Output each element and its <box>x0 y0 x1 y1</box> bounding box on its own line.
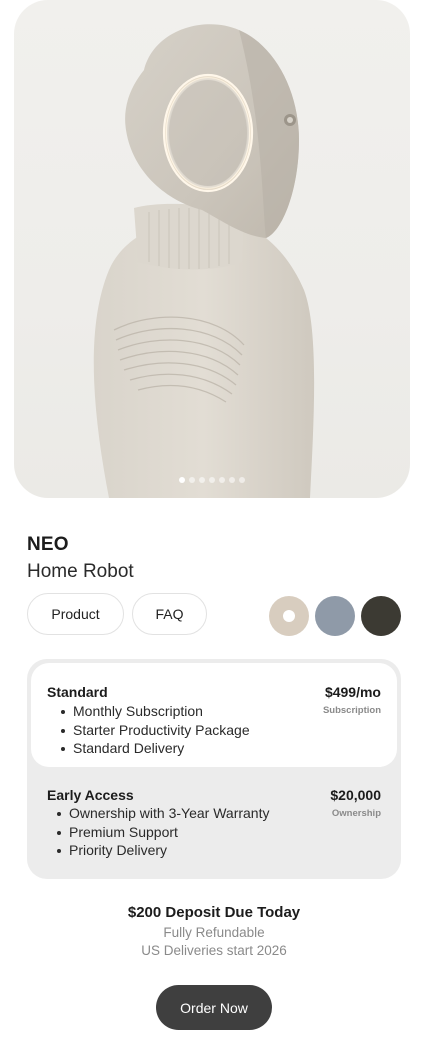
list-item: Premium Support <box>47 823 269 842</box>
plan-early-access-price: $20,000 <box>330 787 381 803</box>
list-item: Starter Productivity Package <box>51 721 250 740</box>
product-name: NEO <box>27 534 69 555</box>
list-item: Standard Delivery <box>51 739 250 758</box>
plan-early-access-features: Ownership with 3-Year Warranty Premium S… <box>47 804 269 860</box>
plan-early-access-name: Early Access <box>47 787 134 803</box>
plan-early-access-type: Ownership <box>331 808 381 819</box>
product-button[interactable]: Product <box>27 593 124 635</box>
deposit-text: $200 Deposit Due Today <box>127 904 301 921</box>
plan-selector: Standard $499/mo Subscription Monthly Su… <box>27 659 401 879</box>
plan-standard-name: Standard <box>47 684 108 700</box>
hero-image-carousel[interactable] <box>14 0 410 498</box>
list-item: Monthly Subscription <box>51 702 250 721</box>
carousel-indicators <box>14 477 410 483</box>
order-now-button[interactable]: Order Now <box>156 985 272 1030</box>
color-swatch-dark-olive[interactable] <box>361 596 401 636</box>
list-item: Ownership with 3-Year Warranty <box>47 804 269 823</box>
carousel-dot-1[interactable] <box>179 477 185 483</box>
carousel-dot-2[interactable] <box>189 477 195 483</box>
plan-standard-card[interactable]: Standard $499/mo Subscription Monthly Su… <box>31 663 397 767</box>
robot-image <box>93 24 315 498</box>
list-item: Priority Delivery <box>47 841 269 860</box>
product-subtitle: Home Robot <box>27 561 134 582</box>
faq-button[interactable]: FAQ <box>132 593 207 635</box>
carousel-dot-5[interactable] <box>219 477 225 483</box>
carousel-dot-6[interactable] <box>229 477 235 483</box>
color-swatch-cream[interactable] <box>269 596 309 636</box>
plan-standard-features: Monthly Subscription Starter Productivit… <box>51 702 250 758</box>
carousel-dot-3[interactable] <box>199 477 205 483</box>
delivery-note: US Deliveries start 2026 <box>141 943 287 958</box>
plan-standard-price: $499/mo <box>324 684 381 700</box>
color-swatch-blue-gray[interactable] <box>315 596 355 636</box>
carousel-dot-7[interactable] <box>239 477 245 483</box>
refund-note: Fully Refundable <box>163 925 265 940</box>
plan-standard-type: Subscription <box>322 705 381 716</box>
plan-early-access-card[interactable]: Early Access $20,000 Ownership Ownership… <box>27 771 401 879</box>
carousel-dot-4[interactable] <box>209 477 215 483</box>
